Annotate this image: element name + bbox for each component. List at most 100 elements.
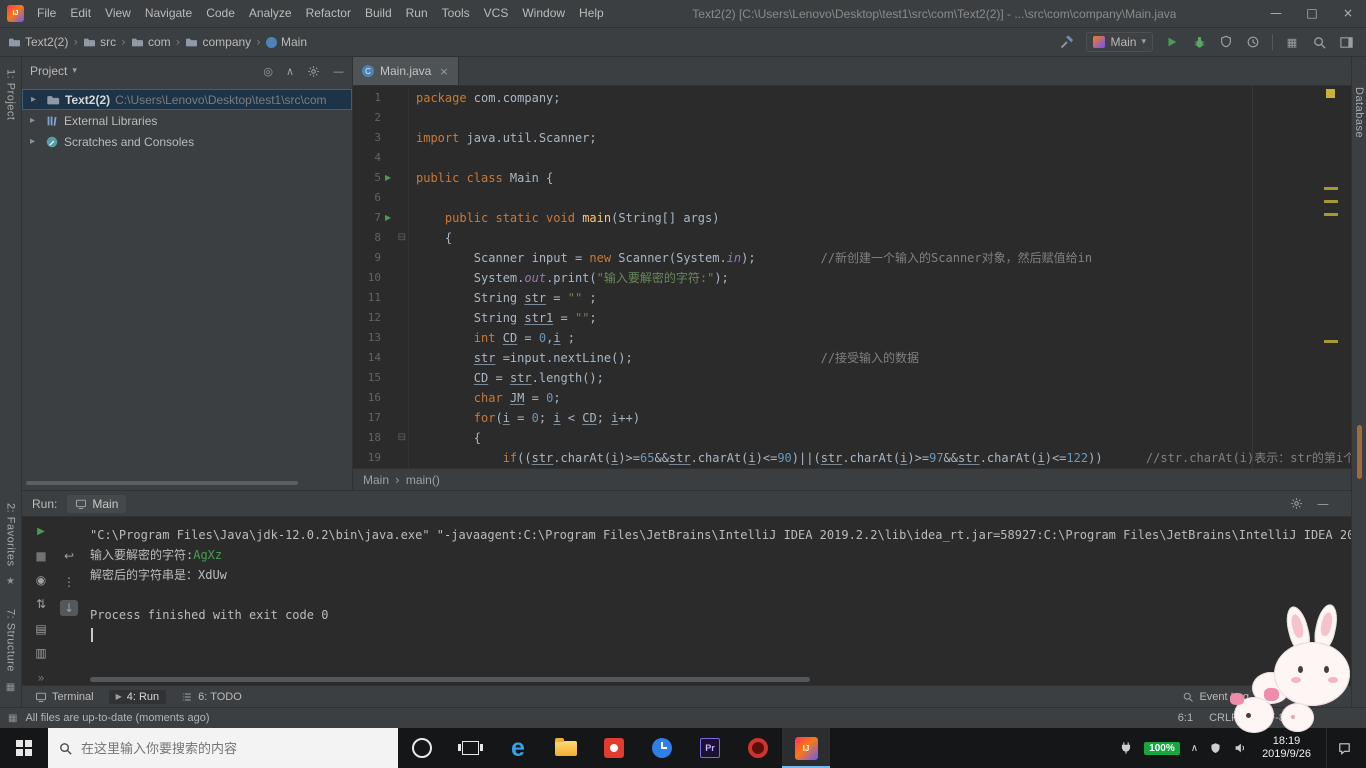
settings-gear-icon[interactable] bbox=[307, 65, 320, 78]
taskbar-search[interactable] bbox=[48, 728, 398, 768]
run-line-icon[interactable]: ▶ bbox=[385, 168, 391, 188]
run-console[interactable]: "C:\Program Files\Java\jdk-12.0.2\bin\ja… bbox=[90, 517, 1351, 685]
menu-build[interactable]: Build bbox=[358, 0, 399, 27]
run-line-icon[interactable]: ▶ bbox=[385, 208, 391, 228]
hide-panel-icon[interactable]: — bbox=[1317, 497, 1329, 511]
menu-analyze[interactable]: Analyze bbox=[242, 0, 299, 27]
tray-expand-icon[interactable]: ∧ bbox=[1191, 743, 1198, 754]
expand-arrow-icon[interactable]: ▸ bbox=[31, 94, 41, 105]
collapse-all-icon[interactable]: ∧ bbox=[286, 65, 294, 78]
fold-icon[interactable]: ⊟ bbox=[398, 433, 406, 443]
inspection-indicator[interactable] bbox=[1326, 89, 1335, 98]
console-line: 解密后的字符串是：XdUw bbox=[90, 565, 1351, 585]
defender-shield-icon[interactable] bbox=[1209, 742, 1222, 755]
menu-window[interactable]: Window bbox=[515, 0, 572, 27]
caret-position[interactable]: 6:1 bbox=[1178, 712, 1193, 724]
menu-view[interactable]: View bbox=[98, 0, 138, 27]
taskbar-app-clock[interactable] bbox=[638, 728, 686, 768]
menu-help[interactable]: Help bbox=[572, 0, 611, 27]
project-horizontal-scrollbar[interactable] bbox=[26, 481, 298, 485]
profiler-icon[interactable] bbox=[1245, 34, 1261, 50]
menu-run[interactable]: Run bbox=[399, 0, 435, 27]
battery-indicator[interactable]: 100% bbox=[1144, 742, 1180, 755]
breadcrumb-item[interactable]: company bbox=[185, 35, 251, 49]
expand-arrow-icon[interactable]: ▸ bbox=[30, 136, 40, 147]
layout-panel-icon[interactable] bbox=[1338, 34, 1354, 50]
taskbar-premiere[interactable]: Pr bbox=[686, 728, 734, 768]
print-icon[interactable]: ▤ bbox=[32, 622, 50, 636]
taskbar-clock[interactable]: 18:19 2019/9/26 bbox=[1258, 735, 1315, 761]
power-plug-icon[interactable] bbox=[1119, 741, 1133, 755]
scroll-to-end-icon[interactable]: ↓ bbox=[60, 600, 78, 616]
soft-wrap-icon[interactable]: ↩ bbox=[60, 548, 78, 564]
tool-window-bar: Terminal ▶ 4: Run 6: TODO Event Log bbox=[22, 685, 1351, 707]
settings-gear-icon[interactable] bbox=[1290, 497, 1303, 510]
run-tab-main[interactable]: Main bbox=[67, 495, 126, 513]
minimize-button[interactable]: — bbox=[1258, 0, 1294, 27]
code-editor[interactable]: 1package com.company;23import java.util.… bbox=[353, 86, 1351, 468]
volume-icon[interactable] bbox=[1233, 741, 1247, 755]
fold-icon[interactable]: ⊟ bbox=[398, 233, 406, 243]
breadcrumb-item[interactable]: Main bbox=[266, 35, 307, 49]
rerun-button[interactable]: ▶ bbox=[32, 524, 50, 538]
more-icon[interactable]: » bbox=[32, 671, 50, 685]
debug-bug-icon[interactable] bbox=[1191, 34, 1207, 50]
maximize-button[interactable]: □ bbox=[1294, 0, 1330, 27]
menu-refactor[interactable]: Refactor bbox=[299, 0, 358, 27]
thread-dump-icon[interactable]: ◉ bbox=[32, 573, 50, 587]
restore-layout-icon[interactable]: ⇅ bbox=[32, 597, 50, 611]
tool-button-todo[interactable]: 6: TODO bbox=[174, 690, 249, 704]
breadcrumb-item[interactable]: com bbox=[131, 35, 171, 49]
build-hammer-icon[interactable] bbox=[1059, 34, 1075, 50]
console-horizontal-scrollbar[interactable] bbox=[90, 677, 810, 682]
taskbar-app-dark-red[interactable] bbox=[734, 728, 782, 768]
menu-navigate[interactable]: Navigate bbox=[138, 0, 199, 27]
taskbar-cortana[interactable] bbox=[398, 728, 446, 768]
start-button[interactable] bbox=[0, 728, 48, 768]
editor-tab-main-java[interactable]: C Main.java × bbox=[353, 57, 459, 85]
tool-window-switcher-icon[interactable]: ▦ bbox=[8, 713, 17, 724]
tree-item-project-root[interactable]: ▸ Text2(2) C:\Users\Lenovo\Desktop\test1… bbox=[22, 89, 352, 110]
breadcrumb-item[interactable]: Text2(2) bbox=[8, 35, 68, 49]
menu-edit[interactable]: Edit bbox=[63, 0, 98, 27]
tool-window-button-database[interactable]: Database bbox=[1353, 87, 1365, 138]
hide-panel-icon[interactable]: — bbox=[333, 65, 344, 78]
tool-window-button-favorites[interactable]: 2: Favorites bbox=[5, 503, 17, 566]
gutter: 5▶ bbox=[353, 168, 409, 188]
breadcrumb-class[interactable]: Main bbox=[363, 473, 389, 487]
clear-all-icon[interactable]: ▥ bbox=[32, 646, 50, 660]
overflow-icon[interactable]: ⋮ bbox=[60, 574, 78, 590]
breadcrumb-item[interactable]: src bbox=[83, 35, 116, 49]
stop-button[interactable]: ■ bbox=[32, 548, 50, 562]
expand-arrow-icon[interactable]: ▸ bbox=[30, 115, 40, 126]
tool-button-run[interactable]: ▶ 4: Run bbox=[109, 690, 167, 704]
run-configuration-select[interactable]: Main ▾ bbox=[1086, 32, 1153, 52]
close-tab-icon[interactable]: × bbox=[439, 65, 448, 78]
menu-tools[interactable]: Tools bbox=[435, 0, 477, 27]
tree-item-external-libraries[interactable]: ▸ External Libraries bbox=[22, 110, 352, 131]
tool-windows-grid-icon[interactable]: ▦ bbox=[1284, 34, 1300, 50]
tool-button-terminal[interactable]: Terminal bbox=[28, 690, 101, 704]
breadcrumb-method[interactable]: main() bbox=[406, 473, 440, 487]
menu-file[interactable]: File bbox=[30, 0, 63, 27]
locate-file-icon[interactable]: ◎ bbox=[263, 65, 273, 78]
tool-window-button-project[interactable]: 1: Project bbox=[5, 69, 17, 120]
taskbar-intellij[interactable]: IJ bbox=[782, 728, 830, 768]
taskbar-file-explorer[interactable] bbox=[542, 728, 590, 768]
search-input[interactable] bbox=[81, 741, 371, 756]
taskbar-edge[interactable]: e bbox=[494, 728, 542, 768]
tree-item-scratches[interactable]: ▸ Scratches and Consoles bbox=[22, 131, 352, 152]
run-button[interactable] bbox=[1164, 34, 1180, 50]
project-view-select[interactable]: Project ▾ bbox=[30, 64, 77, 78]
taskbar-app-red[interactable] bbox=[590, 728, 638, 768]
editor-scrollbar-thumb[interactable] bbox=[1357, 425, 1362, 479]
menu-vcs[interactable]: VCS bbox=[477, 0, 516, 27]
search-everywhere-icon[interactable] bbox=[1311, 34, 1327, 50]
menu-code[interactable]: Code bbox=[199, 0, 242, 27]
strip-grid-icon[interactable]: ▦ bbox=[6, 682, 15, 693]
tool-window-button-structure[interactable]: 7: Structure bbox=[5, 609, 17, 672]
notification-center-icon[interactable] bbox=[1326, 728, 1362, 768]
taskbar-task-view[interactable] bbox=[446, 728, 494, 768]
close-button[interactable]: × bbox=[1330, 0, 1366, 27]
coverage-shield-icon[interactable] bbox=[1218, 34, 1234, 50]
